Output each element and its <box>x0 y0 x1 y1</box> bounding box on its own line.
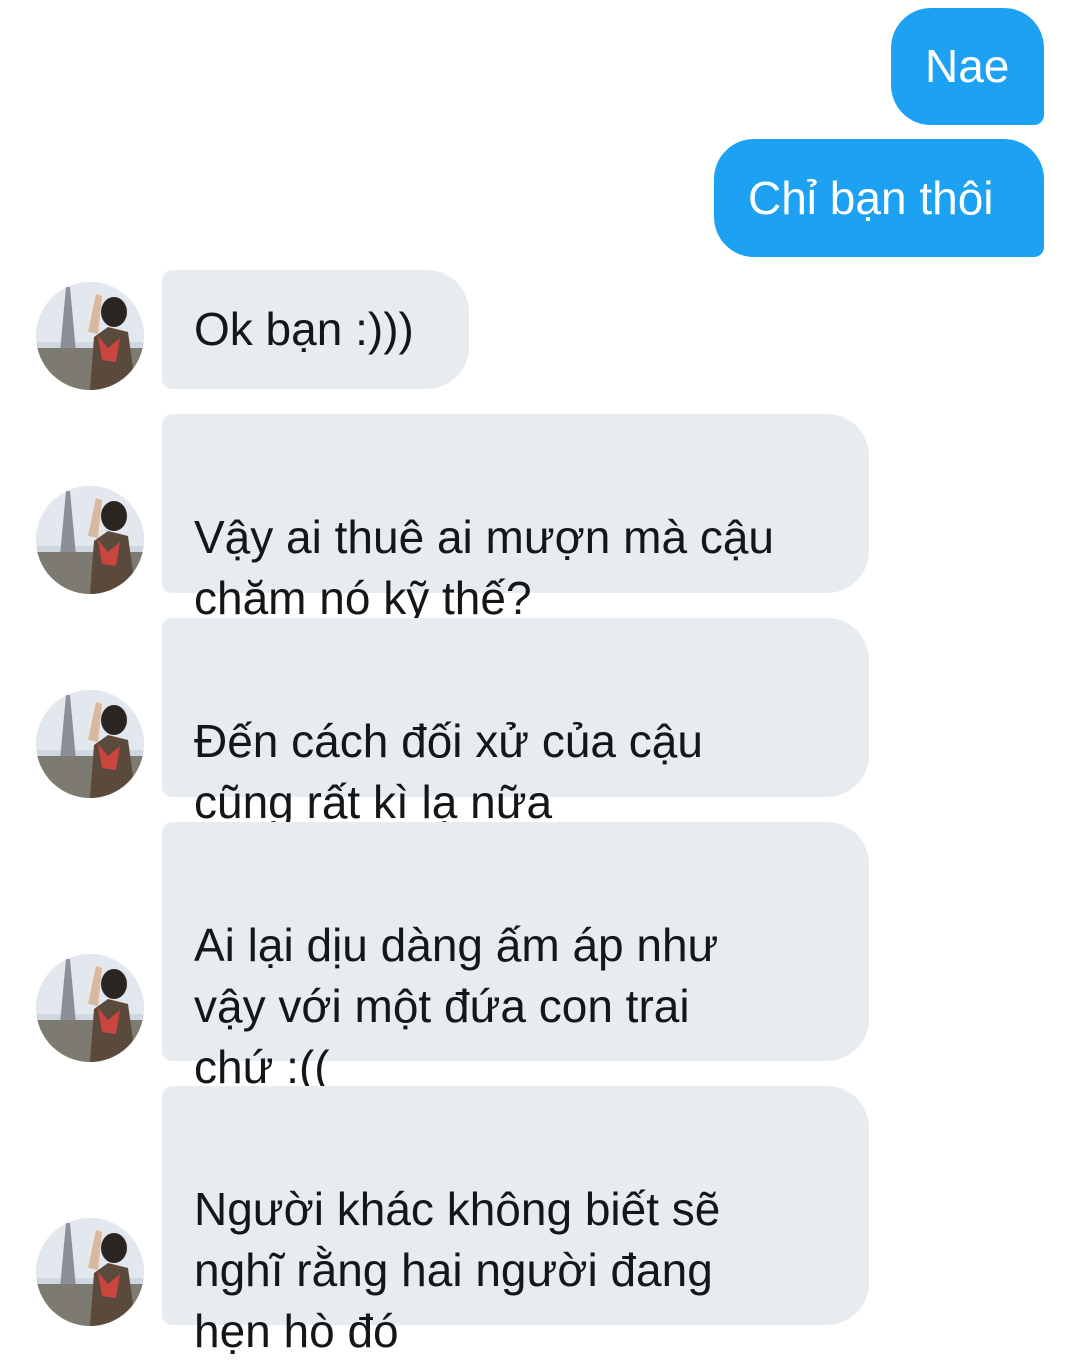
received-message-bubble[interactable]: Vậy ai thuê ai mượn mà cậu chăm nó kỹ th… <box>162 414 869 624</box>
contact-avatar[interactable] <box>36 486 144 594</box>
received-message-bubble[interactable]: Ai lại dịu dàng ấm áp như vậy với một đứ… <box>162 822 869 1093</box>
avatar-photo-icon <box>36 1218 144 1326</box>
message-text: Ai lại dịu dàng ấm áp như vậy với một đứ… <box>194 919 719 1093</box>
message-text: Ok bạn :))) <box>194 303 414 355</box>
received-message-bubble[interactable]: Đến cách đối xử của cậu cũng rất kì lạ n… <box>162 618 869 828</box>
avatar-photo-icon <box>36 954 144 1062</box>
message-text: Nae <box>925 40 1010 92</box>
sent-message-bubble[interactable]: Nae <box>891 8 1044 125</box>
avatar-photo-icon <box>36 690 144 798</box>
received-message-bubble[interactable]: Người khác không biết sẽ nghĩ rằng hai n… <box>162 1086 869 1357</box>
contact-avatar[interactable] <box>36 282 144 390</box>
avatar-photo-icon <box>36 486 144 594</box>
avatar-photo-icon <box>36 282 144 390</box>
message-text: Đến cách đối xử của cậu cũng rất kì lạ n… <box>194 715 703 828</box>
message-text: Người khác không biết sẽ nghĩ rằng hai n… <box>194 1183 721 1357</box>
contact-avatar[interactable] <box>36 690 144 798</box>
message-text: Chỉ bạn thôi <box>748 171 994 224</box>
message-text: Vậy ai thuê ai mượn mà cậu chăm nó kỹ th… <box>194 511 775 624</box>
contact-avatar[interactable] <box>36 1218 144 1326</box>
contact-avatar[interactable] <box>36 954 144 1062</box>
received-message-bubble[interactable]: Ok bạn :))) <box>162 270 469 389</box>
sent-message-bubble[interactable]: Chỉ bạn thôi <box>714 139 1044 257</box>
